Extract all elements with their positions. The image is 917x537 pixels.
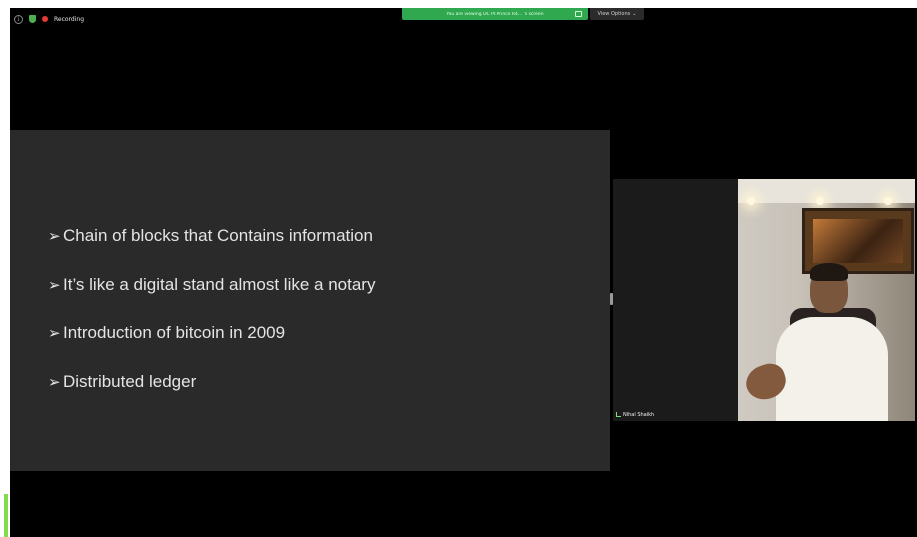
- slide-bullet-text: It’s like a digital stand almost like a …: [63, 274, 376, 294]
- arrow-bullet-icon: ➢: [48, 228, 61, 246]
- participant-video-tile[interactable]: Nihal Shaikh: [613, 179, 915, 421]
- view-options-button[interactable]: View Options ⌄: [590, 8, 644, 20]
- left-white-strip: [0, 0, 10, 537]
- screen-share-banner: You are viewing DC Pr.Prince R4... 's sc…: [402, 8, 588, 20]
- slide-bullet-item: ➢ Chain of blocks that Contains informat…: [48, 212, 375, 261]
- slide-bullet-item: ➢ Distributed ledger: [48, 358, 375, 407]
- arrow-bullet-icon: ➢: [48, 276, 61, 294]
- chevron-down-icon: ⌄: [632, 11, 637, 17]
- info-icon[interactable]: i: [14, 14, 23, 24]
- signal-icon: [616, 412, 621, 417]
- arrow-bullet-icon: ➢: [48, 373, 61, 391]
- recording-label: Recording: [54, 15, 85, 23]
- slide-bullet-item: ➢ It’s like a digital stand almost like …: [48, 261, 375, 310]
- meeting-status-area: i Recording: [14, 13, 84, 25]
- speaker-hair: [810, 263, 848, 281]
- arrow-bullet-icon: ➢: [48, 325, 61, 343]
- slide-bullet-text: Introduction of bitcoin in 2009: [63, 323, 286, 343]
- ceiling-light: [747, 197, 755, 205]
- video-tile-background: [613, 179, 738, 421]
- stop-share-icon[interactable]: [575, 11, 582, 17]
- view-options-label: View Options: [597, 11, 631, 17]
- ceiling-light: [816, 197, 824, 205]
- shared-slide: ➢ Chain of blocks that Contains informat…: [10, 130, 610, 471]
- shield-icon[interactable]: [29, 15, 36, 23]
- slide-bullet-list: ➢ Chain of blocks that Contains informat…: [48, 212, 375, 406]
- painting-canvas: [813, 219, 903, 263]
- slide-bullet-item: ➢ Introduction of bitcoin in 2009: [48, 309, 375, 358]
- participant-name: Nihal Shaikh: [623, 411, 655, 418]
- participant-name-tag: Nihal Shaikh: [616, 410, 654, 419]
- slide-bullet-text: Chain of blocks that Contains informatio…: [63, 226, 373, 246]
- participant-video-feed: [738, 179, 915, 421]
- recording-dot-icon: [42, 16, 48, 22]
- slide-bullet-text: Distributed ledger: [63, 371, 197, 391]
- bottom-green-accent: [4, 494, 8, 537]
- ceiling-light: [884, 197, 892, 205]
- top-white-strip: [0, 0, 917, 8]
- screen-share-banner-text: You are viewing DC Pr.Prince R4... 's sc…: [446, 11, 544, 17]
- speaker-body: [776, 317, 888, 421]
